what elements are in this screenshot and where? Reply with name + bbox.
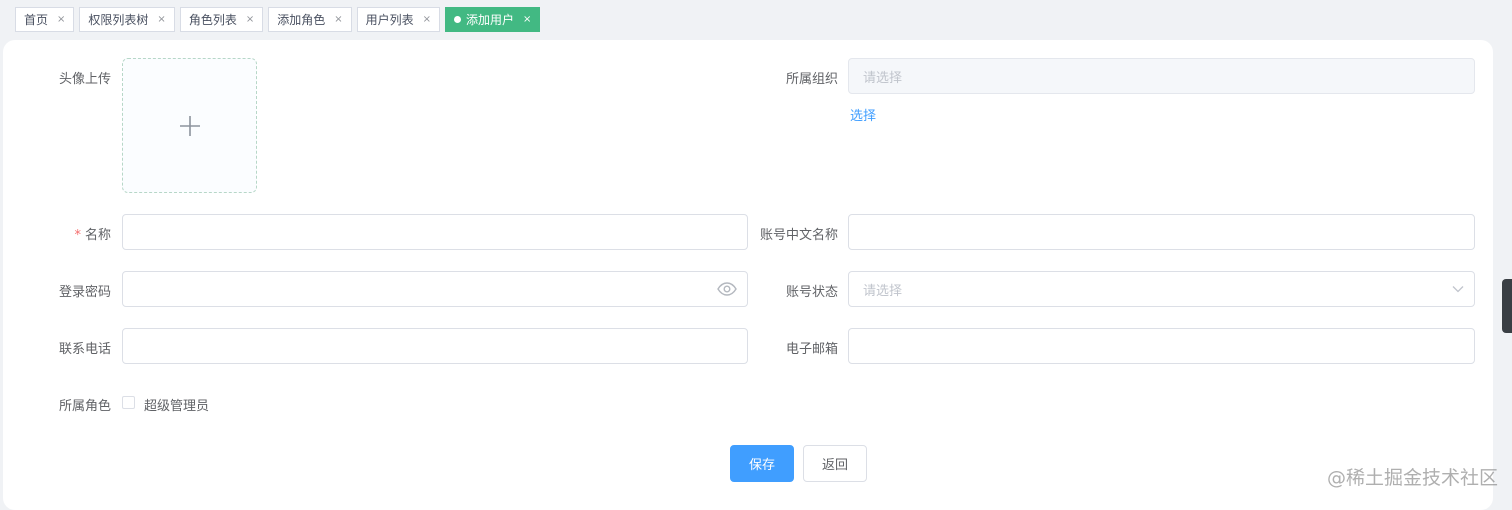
close-icon[interactable]: ×	[246, 14, 254, 25]
close-icon[interactable]: ×	[423, 14, 431, 25]
name-label: * 名称	[33, 224, 111, 243]
role-label: 所属角色	[58, 399, 111, 414]
status-select[interactable]: 请选择	[848, 271, 1475, 307]
org-placeholder: 请选择	[863, 70, 903, 86]
tag-label: 首页	[24, 13, 49, 27]
org-label: 所属组织	[785, 72, 838, 87]
org-select-link[interactable]: 选择	[850, 105, 876, 124]
close-icon[interactable]: ×	[157, 14, 165, 25]
phone-label: 联系电话	[58, 342, 111, 357]
tag-add-role[interactable]: 添加角色 ×	[268, 7, 352, 32]
org-input[interactable]: 请选择	[848, 58, 1475, 94]
plus-icon	[179, 115, 200, 136]
tag-label: 添加用户	[466, 13, 515, 27]
tag-label: 添加角色	[277, 13, 326, 27]
active-dot-icon	[454, 16, 462, 23]
email-input[interactable]	[848, 328, 1475, 364]
tag-home[interactable]: 首页 ×	[15, 7, 75, 32]
tags-view: 首页 × 权限列表树 × 角色列表 × 添加角色 × 用户列表 × 添加用户 ×	[15, 7, 541, 32]
close-icon[interactable]: ×	[334, 14, 342, 25]
tag-label: 角色列表	[188, 13, 237, 27]
form-card: 头像上传 所属组织 请选择 选择 * 名称 账号中文名称 登录密码 账号状态 请选…	[3, 40, 1493, 510]
password-input[interactable]	[122, 271, 748, 307]
avatar-uploader[interactable]	[122, 58, 257, 193]
role-checkbox[interactable]	[122, 396, 135, 409]
close-icon[interactable]: ×	[523, 14, 531, 25]
back-button[interactable]: 返回	[803, 445, 867, 482]
required-mark: *	[74, 228, 81, 243]
avatar-label: 头像上传	[58, 72, 111, 87]
save-button[interactable]: 保存	[730, 445, 794, 482]
phone-input[interactable]	[122, 328, 748, 364]
tag-permission-tree[interactable]: 权限列表树 ×	[79, 7, 175, 32]
cn-name-label: 账号中文名称	[759, 228, 838, 243]
cn-name-input[interactable]	[848, 214, 1475, 250]
scroll-handle[interactable]	[1502, 279, 1512, 333]
watermark: @稀土掘金技术社区	[1326, 467, 1498, 489]
tag-label: 权限列表树	[88, 13, 149, 27]
role-option-label[interactable]: 超级管理员	[144, 395, 209, 414]
eye-icon[interactable]	[717, 282, 737, 296]
close-icon[interactable]: ×	[57, 14, 65, 25]
password-label: 登录密码	[58, 285, 111, 300]
tag-label: 用户列表	[365, 13, 414, 27]
tag-user-list[interactable]: 用户列表 ×	[356, 7, 441, 32]
tag-role-list[interactable]: 角色列表 ×	[179, 7, 264, 32]
status-label: 账号状态	[785, 285, 838, 300]
chevron-down-icon	[1452, 285, 1464, 293]
name-input[interactable]	[122, 214, 748, 250]
status-placeholder: 请选择	[863, 283, 903, 299]
name-label-text: 名称	[84, 228, 111, 243]
email-label: 电子邮箱	[785, 342, 838, 357]
tag-add-user[interactable]: 添加用户 ×	[445, 7, 541, 32]
